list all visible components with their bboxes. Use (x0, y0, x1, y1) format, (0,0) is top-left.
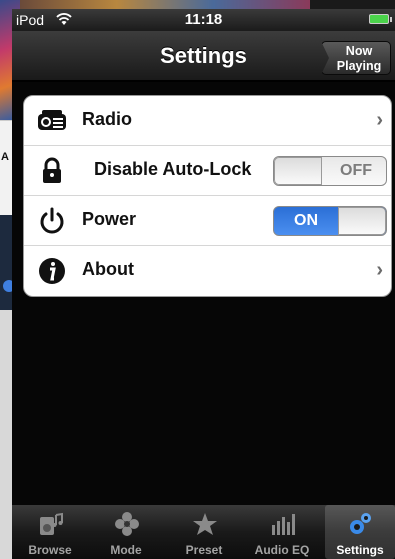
tab-browse-label: Browse (28, 543, 72, 557)
tab-audio-eq-label: Audio EQ (254, 543, 310, 557)
settings-row-radio[interactable]: Radio › (24, 96, 391, 146)
battery-icon (369, 14, 392, 24)
power-toggle[interactable]: ON (273, 206, 387, 236)
autolock-toggle-knob (274, 157, 322, 185)
settings-row-power: Power ON (24, 196, 391, 246)
settings-list: Radio › Disable Auto-Lock OFF Power ON A… (23, 95, 392, 297)
background-letter: A (1, 151, 9, 163)
tab-settings-label: Settings (336, 543, 384, 557)
info-icon (39, 258, 65, 284)
chevron-right-icon: › (376, 109, 383, 131)
status-bar: iPod 11:18 (12, 9, 395, 31)
tab-preset[interactable]: Preset (166, 505, 242, 559)
tab-bar: Browse Mode Preset Audio EQ Settings (12, 505, 395, 559)
tab-mode-label: Mode (110, 543, 142, 557)
autolock-toggle-state: OFF (340, 162, 372, 179)
tab-audio-eq[interactable]: Audio EQ (244, 505, 320, 559)
settings-row-about[interactable]: About › (24, 246, 391, 296)
browse-icon (40, 512, 63, 535)
about-label: About (82, 259, 134, 279)
autolock-toggle[interactable]: OFF (273, 156, 387, 186)
star-icon (193, 513, 217, 535)
tab-browse[interactable]: Browse (12, 505, 88, 559)
clock: 11:18 (184, 11, 223, 28)
power-label: Power (82, 209, 137, 229)
autolock-label: Disable Auto-Lock (94, 159, 252, 179)
tab-settings[interactable]: Settings (325, 505, 395, 559)
tab-preset-label: Preset (185, 543, 223, 557)
radio-icon (38, 110, 66, 130)
mode-icon (115, 512, 139, 536)
radio-label: Radio (82, 109, 133, 129)
power-toggle-state: ON (294, 212, 318, 229)
equalizer-icon (272, 514, 295, 535)
power-toggle-knob (338, 207, 386, 235)
settings-content: Radio › Disable Auto-Lock OFF Power ON A… (12, 82, 395, 505)
now-playing-button[interactable]: Now Playing (321, 41, 391, 75)
lock-icon (43, 157, 61, 183)
device-screen: iPod 11:18 Settings Now Playing Radio › … (12, 9, 395, 559)
now-playing-label-line2: Playing (336, 59, 382, 73)
gears-icon (350, 513, 371, 534)
chevron-right-icon: › (376, 259, 383, 281)
power-icon (40, 207, 64, 234)
tab-mode[interactable]: Mode (88, 505, 164, 559)
now-playing-label-line1: Now (345, 44, 373, 58)
navigation-bar: Settings Now Playing (12, 31, 395, 81)
settings-row-autolock: Disable Auto-Lock OFF (24, 146, 391, 196)
